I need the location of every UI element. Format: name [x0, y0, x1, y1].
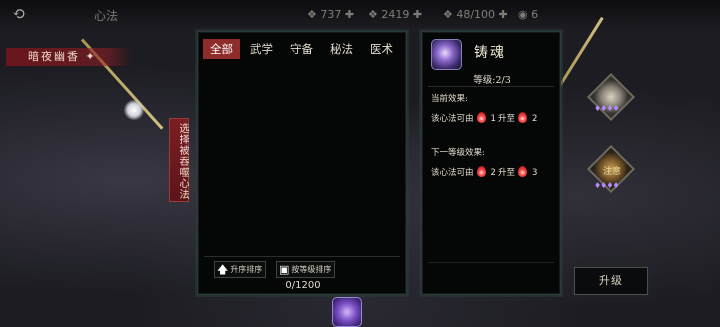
current-effect: 该心法可由 1 升至 2 [431, 112, 538, 124]
cube-icon: ▣ [279, 263, 290, 276]
skill-detail-panel: 铸魂 等级:2/3 当前效果: 该心法可由 1 升至 2 下一等级效果: 该心法可由 2… [421, 31, 561, 295]
flame-icon: ♦♦♦♦ [594, 181, 620, 190]
tab-medicine[interactable]: 医术 [363, 39, 400, 59]
resource-counter-2: ❖ 2419 ✚ [368, 8, 423, 21]
divider [204, 256, 400, 257]
divider [428, 86, 554, 87]
map-figure-icon[interactable] [586, 72, 636, 122]
flame-icon: ♦♦♦♦ [594, 104, 620, 113]
divider [428, 262, 554, 263]
tab-defense[interactable]: 守备 [283, 39, 320, 59]
tab-all[interactable]: 全部 [203, 39, 240, 59]
next-effect: 该心法可由 2 升至 3 [431, 166, 538, 178]
select-devour-tag: 选择被吞噬心法 [169, 118, 189, 202]
sort-by-level-button[interactable]: ▣ 按等级排序 [276, 261, 336, 278]
sort-ascending-button[interactable]: 🡅 升序排序 [214, 261, 267, 278]
top-hud: ⟲ 心法 ❖ 737 ✚ ❖ 2419 ✚ ❖ 48/100 ✚ ◉ 6 [0, 0, 720, 30]
red-flame-icon [517, 166, 527, 177]
skill-soul-icon [431, 39, 462, 70]
back-arrow-icon: ⟲ [12, 4, 26, 23]
resource-counter-1: ❖ 737 ✚ [307, 8, 355, 21]
top-title: 心法 [94, 9, 119, 23]
skill-name: 铸魂 [474, 45, 506, 61]
red-flame-icon [476, 112, 486, 123]
next-effect-label: 下一等级效果: [431, 148, 485, 158]
tab-martial[interactable]: 武学 [243, 39, 280, 59]
skill-level: 等级:2/3 [473, 75, 511, 86]
red-flame-icon [517, 112, 527, 123]
tab-secret[interactable]: 秘法 [323, 39, 360, 59]
map-banner: 暗夜幽香 ✦ [6, 48, 132, 66]
current-effect-label: 当前效果: [431, 94, 468, 104]
map-skill-node-icon[interactable] [332, 297, 362, 327]
back-button[interactable]: ⟲ [12, 4, 60, 24]
map-node [124, 100, 144, 120]
figure-label: 注意 [603, 167, 622, 177]
resource-counter-3: ❖ 48/100 ✚ [443, 8, 508, 21]
capacity-counter: 0/1200 [285, 280, 321, 291]
category-tabs: 全部 武学 守备 秘法 医术 [203, 39, 403, 59]
upgrade-button[interactable]: 升级 [574, 267, 648, 295]
red-flame-icon [476, 166, 486, 177]
resource-counter-4: ◉ 6 [518, 8, 539, 21]
up-arrow-icon: 🡅 [217, 263, 229, 276]
skill-list-panel: 全部 武学 守备 秘法 医术 🡅 升序排序 ▣ 按等级排序 0/1200 [197, 31, 407, 295]
